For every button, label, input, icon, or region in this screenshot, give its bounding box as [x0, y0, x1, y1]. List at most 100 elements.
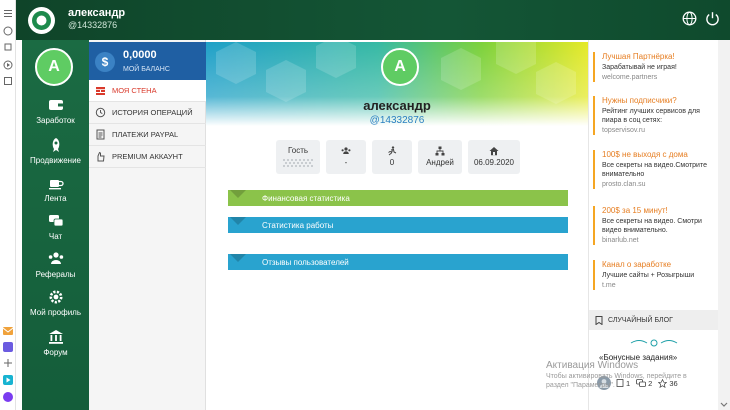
menu-item-label: МОЯ СТЕНА	[112, 86, 157, 95]
nav-item-label: Лента	[44, 194, 67, 203]
nav-item-chat[interactable]: Чат	[22, 212, 89, 242]
player-icon[interactable]	[3, 375, 13, 385]
nav-item-profile[interactable]: Мой профиль	[22, 288, 89, 318]
profile-handle: @14332876	[369, 115, 425, 126]
watermark-text: Чтобы активировать Windows, перейдите в …	[546, 373, 687, 389]
gear-icon	[49, 290, 62, 304]
scroll-down-icon[interactable]	[718, 400, 730, 410]
windows-activation-watermark: Активация Windows Чтобы активировать Win…	[546, 360, 706, 390]
menu-item-label: ИСТОРИЯ ОПЕРАЦИЙ	[112, 108, 193, 117]
menu-icon[interactable]	[3, 8, 13, 18]
menu-item-my-wall[interactable]: МОЯ СТЕНА	[89, 80, 206, 102]
ad-title[interactable]: 200$ за 15 минут!	[602, 206, 717, 216]
section-label: Отзывы пользователей	[262, 257, 349, 267]
ad-description: Все секреты на видео.Смотрите внимательн…	[602, 162, 707, 178]
top-bar: александр @14332876	[16, 0, 730, 40]
messenger-icon[interactable]	[3, 392, 13, 402]
globe-icon[interactable]	[682, 11, 697, 26]
random-blog-title: СЛУЧАЙНЫЙ БЛОГ	[608, 316, 673, 324]
page-scrollbar[interactable]	[718, 40, 730, 410]
chevron-down-icon	[230, 190, 246, 198]
ad-block[interactable]: 200$ за 15 минут! Все секреты на видео. …	[593, 206, 717, 245]
stat-referrer: Андрей	[418, 140, 462, 174]
nav-item-label: Чат	[48, 232, 63, 241]
clock-icon[interactable]	[3, 26, 13, 36]
chat-icon	[48, 215, 63, 227]
ad-block[interactable]: Лучшая Партнёрка! Зарабатывай не играя! …	[593, 52, 717, 82]
ad-description: Лучшие сайты + Розыгрыши	[602, 272, 695, 279]
ad-block[interactable]: 100$ не выходя с дома Все секреты на вид…	[593, 150, 717, 189]
section-financial-stats[interactable]: Финансовая статистика	[228, 190, 568, 206]
nav-item-earnings[interactable]: Заработок	[22, 96, 89, 126]
wallet-icon	[48, 100, 63, 110]
bot-icon[interactable]	[3, 342, 13, 352]
document-icon	[96, 129, 105, 140]
sitemap-icon	[435, 146, 445, 156]
ad-url[interactable]: binarlub.net	[602, 236, 717, 245]
nav-avatar[interactable]: A	[35, 48, 73, 86]
stat-status-value: Гость	[287, 146, 309, 155]
top-user[interactable]: александр @14332876	[68, 7, 125, 31]
ad-title[interactable]: 100$ не выходя с дома	[602, 150, 717, 160]
ad-description: Зарабатывай не играя!	[602, 64, 677, 71]
nav-item-label: Заработок	[36, 116, 75, 125]
history-icon	[95, 107, 106, 118]
ad-title[interactable]: Нужны подписчики?	[602, 96, 717, 106]
profile-menu: $ 0,0000 МОЙ БАЛАНС МОЯ СТЕНА ИСТОРИЯ ОП…	[89, 40, 206, 410]
section-label: Статистика работы	[262, 220, 334, 230]
watermark-title: Активация Windows	[546, 360, 639, 371]
nav-item-feed[interactable]: Лента	[22, 174, 89, 204]
stat-status: Гость	[276, 140, 320, 174]
ad-title[interactable]: Лучшая Партнёрка!	[602, 52, 717, 62]
right-sidebar: Лучшая Партнёрка! Зарабатывай не играя! …	[588, 40, 719, 410]
ad-url[interactable]: prosto.clan.su	[602, 180, 717, 189]
menu-item-premium[interactable]: PREMIUM АККАУНТ	[89, 146, 206, 168]
copy-icon[interactable]	[3, 42, 13, 52]
logo-icon[interactable]	[27, 6, 56, 35]
ad-url[interactable]: t.me	[602, 281, 717, 290]
menu-item-label: ПЛАТЕЖИ PAYPAL	[112, 130, 179, 139]
nav-item-forum[interactable]: Форум	[22, 328, 89, 358]
section-user-reviews[interactable]: Отзывы пользователей	[228, 254, 568, 270]
users-icon	[48, 252, 63, 264]
ad-url[interactable]: topservisov.ru	[602, 126, 717, 135]
coffee-icon	[48, 180, 64, 190]
nav-item-label: Продвижение	[30, 156, 81, 165]
ad-description: Рейтинг лучших сервисов для пиара в соц …	[602, 108, 700, 124]
main-content: A александр @14332876 Гость - 0 Андрей 0…	[206, 40, 588, 410]
stat-registration-date-value: 06.09.2020	[473, 158, 515, 167]
stat-group: -	[326, 140, 366, 174]
app-icon[interactable]	[3, 76, 13, 86]
runner-icon	[388, 146, 397, 156]
os-sidebar	[0, 0, 16, 410]
left-nav: A Заработок Продвижение Лента Чат Рефера…	[22, 40, 89, 410]
menu-item-paypal[interactable]: ПЛАТЕЖИ PAYPAL	[89, 124, 206, 146]
chevron-down-icon	[230, 217, 246, 225]
power-icon[interactable]	[705, 11, 720, 26]
menu-item-history[interactable]: ИСТОРИЯ ОПЕРАЦИЙ	[89, 102, 206, 124]
balance-panel[interactable]: $ 0,0000 МОЙ БАЛАНС	[89, 42, 206, 82]
coin-icon: $	[95, 52, 115, 72]
hand-icon	[97, 151, 105, 162]
top-user-handle: @14332876	[68, 20, 118, 30]
chevron-down-icon	[230, 254, 246, 262]
nav-item-label: Мой профиль	[29, 308, 81, 317]
play-icon[interactable]	[3, 60, 13, 70]
stat-activity: 0	[372, 140, 412, 174]
section-work-stats[interactable]: Статистика работы	[228, 217, 568, 233]
profile-avatar[interactable]: A	[381, 48, 419, 86]
wall-icon	[96, 87, 105, 95]
ad-url[interactable]: welcome.partners	[602, 73, 717, 82]
nav-item-promotion[interactable]: Продвижение	[22, 136, 89, 166]
stat-referrer-value: Андрей	[426, 158, 454, 167]
plus-icon[interactable]	[3, 358, 13, 368]
ad-block[interactable]: Нужны подписчики? Рейтинг лучших сервисо…	[593, 96, 717, 135]
mail-icon[interactable]	[3, 326, 13, 336]
section-label: Финансовая статистика	[262, 193, 350, 203]
stat-registration-date: 06.09.2020	[468, 140, 520, 174]
nav-item-referrals[interactable]: Рефералы	[22, 250, 89, 280]
ad-block[interactable]: Канал о заработке Лучшие сайты + Розыгры…	[593, 260, 717, 290]
ad-title[interactable]: Канал о заработке	[602, 260, 717, 270]
home-icon	[489, 147, 499, 156]
nav-item-label: Рефералы	[35, 270, 76, 279]
